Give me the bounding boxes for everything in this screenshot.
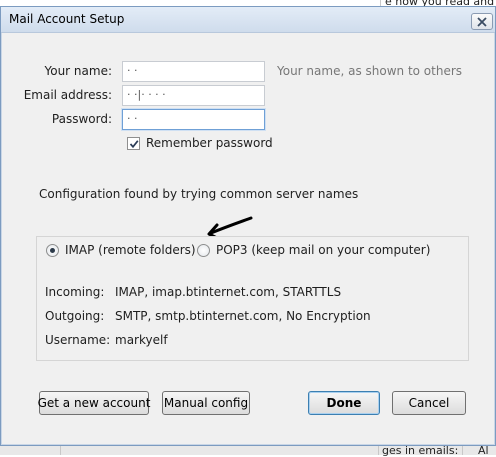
close-button[interactable] <box>471 13 493 30</box>
imap-label[interactable]: IMAP (remote folders) <box>65 243 196 257</box>
username-value: markyelf <box>115 333 168 347</box>
divider <box>462 446 463 455</box>
title-bar[interactable]: Mail Account Setup <box>1 7 495 33</box>
outgoing-label: Outgoing: <box>45 309 105 323</box>
remember-password-label[interactable]: Remember password <box>146 136 273 150</box>
password-field[interactable]: · · <box>122 109 265 130</box>
manual-config-button[interactable]: Manual config <box>162 391 250 415</box>
divider <box>378 446 379 455</box>
divider <box>60 446 61 455</box>
imap-radio[interactable] <box>46 244 59 257</box>
configuration-status: Configuration found by trying common ser… <box>39 187 359 201</box>
password-label: Password: <box>51 112 112 126</box>
outgoing-value: SMTP, smtp.btinternet.com, No Encryption <box>115 309 371 323</box>
close-icon <box>477 16 487 27</box>
incoming-value: IMAP, imap.btinternet.com, STARTTLS <box>115 285 342 299</box>
dialog-title: Mail Account Setup <box>9 12 125 26</box>
name-label: Your name: <box>44 64 112 78</box>
name-field[interactable]: · · <box>122 61 265 82</box>
pop3-label[interactable]: POP3 (keep mail on your computer) <box>216 243 430 257</box>
done-button[interactable]: Done <box>308 391 380 415</box>
incoming-label: Incoming: <box>45 285 105 299</box>
pop3-radio[interactable] <box>197 244 210 257</box>
mail-account-setup-dialog: Mail Account Setup Your name: · · Your n… <box>0 6 496 446</box>
username-label: Username: <box>45 333 111 347</box>
email-field[interactable]: · ·|· · · · <box>122 85 265 106</box>
remember-password-checkbox[interactable] <box>127 137 140 150</box>
get-new-account-button[interactable]: Get a new account <box>38 391 150 415</box>
email-label: Email address: <box>23 88 112 102</box>
name-hint: Your name, as shown to others <box>277 64 463 78</box>
cancel-button[interactable]: Cancel <box>392 391 466 415</box>
checkmark-icon <box>129 139 138 148</box>
background-window-bottom: ges in emails: Al <box>0 444 496 457</box>
